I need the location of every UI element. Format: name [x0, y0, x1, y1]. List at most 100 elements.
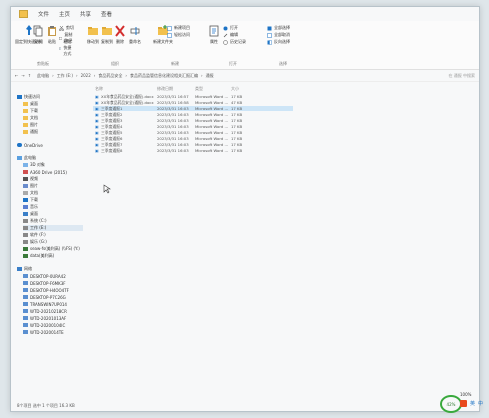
word-file-icon: ▣: [95, 142, 99, 147]
back-icon[interactable]: ←: [15, 73, 18, 78]
file-row[interactable]: ▣ 三季度通报3 2023/3/31 16:03 Microsoft Word ...…: [93, 118, 293, 123]
group-label-select: 选择: [279, 61, 287, 66]
nav-item[interactable]: 下载: [23, 197, 38, 203]
computer-icon: [23, 309, 28, 313]
group-label-organize: 组织: [111, 61, 119, 66]
picture-icon: [23, 184, 28, 188]
copy-to-button[interactable]: 复制到: [101, 25, 113, 45]
file-row[interactable]: ▣ 三季度通报5 2023/3/31 16:03 Microsoft Word ...…: [93, 130, 293, 135]
nav-item[interactable]: 桌面: [23, 101, 38, 107]
history-button[interactable]: 历史记录: [223, 39, 246, 45]
file-row[interactable]: ▣ XX年食品药品安全(通报).docx 2023/3/31 16:57 Micros…: [93, 94, 293, 99]
nav-item[interactable]: WTD-20201013AF: [23, 315, 66, 321]
star-icon: [17, 95, 22, 99]
nav-item[interactable]: 3D 对象: [23, 162, 45, 168]
nav-item[interactable]: WTD-20200104IC: [23, 322, 65, 328]
file-row[interactable]: ▣ 三季度通报7 2023/3/31 16:03 Microsoft Word ...…: [93, 142, 293, 147]
nav-item[interactable]: 通报: [23, 129, 38, 135]
move-folder-icon: [88, 27, 98, 35]
folder-icon: [23, 123, 28, 127]
video-icon: [23, 177, 28, 181]
select-all-button[interactable]: 全部选择: [267, 25, 290, 31]
folder-icon: [19, 10, 28, 18]
cube-icon: [23, 163, 28, 167]
nav-item-selected[interactable]: 工作 (E:): [23, 225, 83, 231]
nav-item[interactable]: DESKTOP-P7C26G: [23, 294, 66, 300]
rename-button[interactable]: 重命名: [129, 25, 141, 45]
nav-item[interactable]: WTD-20210218CR: [23, 308, 67, 314]
file-row[interactable]: ▣ XX年食品药品安全(通报).docx 2023/3/31 16:58 Micros…: [93, 100, 293, 105]
nav-onedrive[interactable]: OneDrive: [17, 142, 43, 148]
edit-button[interactable]: 编辑: [223, 32, 238, 38]
nav-item[interactable]: 文档: [23, 115, 38, 121]
nav-item[interactable]: 图片: [23, 183, 38, 189]
app-icon[interactable]: [460, 400, 467, 407]
new-item-button[interactable]: 新建项目: [167, 25, 190, 31]
properties-button[interactable]: 属性: [209, 25, 219, 45]
nav-item[interactable]: 文档: [23, 190, 38, 196]
word-file-icon: ▣: [95, 124, 99, 129]
nav-this-pc[interactable]: 此电脑: [17, 155, 36, 161]
column-header-type[interactable]: 类型: [195, 86, 203, 92]
file-row[interactable]: ▣ 三季度通报8 2023/3/31 16:03 Microsoft Word ...…: [93, 148, 293, 153]
ime-mode-icon[interactable]: 中: [478, 400, 483, 407]
file-row[interactable]: ▣ 三季度通报6 2023/3/31 16:03 Microsoft Word ...…: [93, 136, 293, 141]
paste-icon: [48, 26, 56, 36]
up-icon[interactable]: ↑: [28, 73, 31, 78]
invert-selection-button[interactable]: 反向选择: [267, 39, 290, 45]
nav-quick-access[interactable]: 快速访问: [17, 94, 40, 100]
open-button[interactable]: 打开: [223, 25, 238, 31]
copy-button[interactable]: 复制: [33, 25, 43, 45]
nav-item[interactable]: 下载: [23, 108, 38, 114]
zoom-indicator[interactable]: 42%: [440, 395, 462, 413]
forward-icon[interactable]: →: [21, 73, 24, 78]
nav-item[interactable]: 系统 (C:): [23, 218, 47, 224]
nav-item[interactable]: 软件 (F:): [23, 232, 46, 238]
cut-button[interactable]: 剪切: [59, 25, 74, 31]
nav-item[interactable]: TRANSWIN7UP014: [23, 301, 67, 307]
nav-network[interactable]: 网络: [17, 266, 32, 272]
tab-share[interactable]: 共享: [80, 10, 91, 18]
tab-file[interactable]: 文件: [38, 10, 49, 18]
column-header-date[interactable]: 修改日期: [157, 86, 173, 92]
ime-icon[interactable]: 英: [470, 400, 475, 407]
nav-item[interactable]: DESKTOP-F6MK3F: [23, 280, 66, 286]
move-to-button[interactable]: 移动到: [87, 25, 99, 45]
folder-icon: [23, 109, 28, 113]
file-row[interactable]: ▣ 三季度通报2 2023/3/31 16:03 Microsoft Word ...…: [93, 112, 293, 117]
nav-item[interactable]: 桌面: [23, 211, 38, 217]
breadcrumb[interactable]: 此电脑 › 工作 (E:) › 2022 › 食品药品安全 › 食品药品监管信息化建设相…: [37, 73, 214, 79]
ribbon-group-organize: 移动到 复制到 删除 重命名 组织: [87, 23, 149, 67]
nav-item[interactable]: 娱乐 (G:): [23, 239, 47, 245]
nav-item[interactable]: data(美利高): [23, 253, 54, 259]
select-none-button[interactable]: 全部取消: [267, 32, 290, 38]
column-header-name[interactable]: 名称: [95, 86, 103, 92]
nav-item[interactable]: 音乐: [23, 204, 38, 210]
drive-icon: [23, 233, 28, 237]
column-header-size[interactable]: 大小: [231, 86, 239, 92]
nav-item[interactable]: WTD-2020014TE: [23, 329, 64, 335]
file-row[interactable]: ▣ 三季度通报4 2023/3/31 16:03 Microsoft Word ...…: [93, 124, 293, 129]
drive-icon: [23, 240, 28, 244]
group-label-open: 打开: [229, 61, 237, 66]
tab-view[interactable]: 查看: [101, 10, 112, 18]
tab-home[interactable]: 主页: [59, 10, 70, 18]
ribbon: 固定到快速访问 复制 粘贴 剪切 复制路径 粘贴快捷方式 剪贴板 移动到 复制到…: [11, 21, 479, 70]
nav-item[interactable]: DESKTOP-0URA42: [23, 273, 66, 279]
zoom-level-label: 100%: [460, 392, 472, 397]
properties-icon: [209, 25, 219, 37]
nav-item[interactable]: A360 Drive (2015): [23, 169, 67, 175]
nav-item[interactable]: 视频: [23, 176, 38, 182]
copy-icon: [33, 25, 43, 37]
paste-button[interactable]: 粘贴: [47, 25, 57, 45]
nav-item[interactable]: seaw-fs(美利高) (\\FS) (Y:): [23, 246, 80, 252]
nav-item[interactable]: 图片: [23, 122, 38, 128]
file-row-selected[interactable]: ▣ 三季度通报1 2023/3/31 16:03 Microsoft Word ...…: [93, 106, 293, 111]
delete-button[interactable]: 删除: [115, 25, 125, 45]
nav-item[interactable]: DESKTOP-H4OO4TF: [23, 287, 69, 293]
search-input[interactable]: 在 通报 中搜索: [448, 73, 475, 79]
folder-icon: [23, 102, 28, 106]
easy-access-button[interactable]: 轻松访问: [167, 32, 190, 38]
music-icon: [23, 205, 28, 209]
paste-shortcut-button[interactable]: 粘贴快捷方式: [59, 39, 75, 57]
